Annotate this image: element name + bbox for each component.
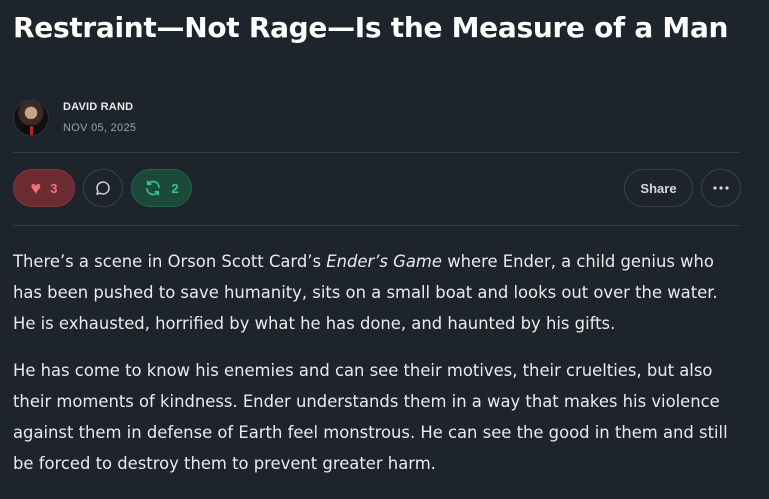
like-button[interactable]: ♥ 3 xyxy=(13,169,75,207)
divider xyxy=(13,225,741,226)
article-body: There’s a scene in Orson Scott Card’s En… xyxy=(13,246,741,495)
share-button[interactable]: Share xyxy=(624,169,693,207)
article: Restraint—Not Rage—Is the Measure of a M… xyxy=(13,0,741,473)
comment-bubble-icon xyxy=(96,181,110,195)
byline-text: DAVID RAND NOV 05, 2025 xyxy=(63,98,136,137)
byline: DAVID RAND NOV 05, 2025 xyxy=(13,98,136,137)
comment-button[interactable] xyxy=(83,169,123,207)
divider xyxy=(13,152,741,153)
author-name[interactable]: DAVID RAND xyxy=(63,98,136,116)
like-count: 3 xyxy=(50,180,58,196)
article-title: Restraint—Not Rage—Is the Measure of a M… xyxy=(13,11,729,44)
restack-icon xyxy=(146,180,161,196)
author-avatar[interactable] xyxy=(13,99,49,136)
heart-icon: ♥ xyxy=(30,178,42,198)
more-options-button[interactable] xyxy=(701,169,741,207)
ellipsis-icon xyxy=(713,186,729,190)
action-bar: ♥ 3 2 Share xyxy=(13,169,741,209)
restack-count: 2 xyxy=(171,180,179,196)
paragraph: There’s a scene in Orson Scott Card’s En… xyxy=(13,252,718,333)
publish-date: NOV 05, 2025 xyxy=(63,122,137,134)
paragraph: He has come to know his enemies and can … xyxy=(13,361,728,473)
restack-button[interactable]: 2 xyxy=(131,169,192,207)
book-title: Ender’s Game xyxy=(326,252,442,271)
